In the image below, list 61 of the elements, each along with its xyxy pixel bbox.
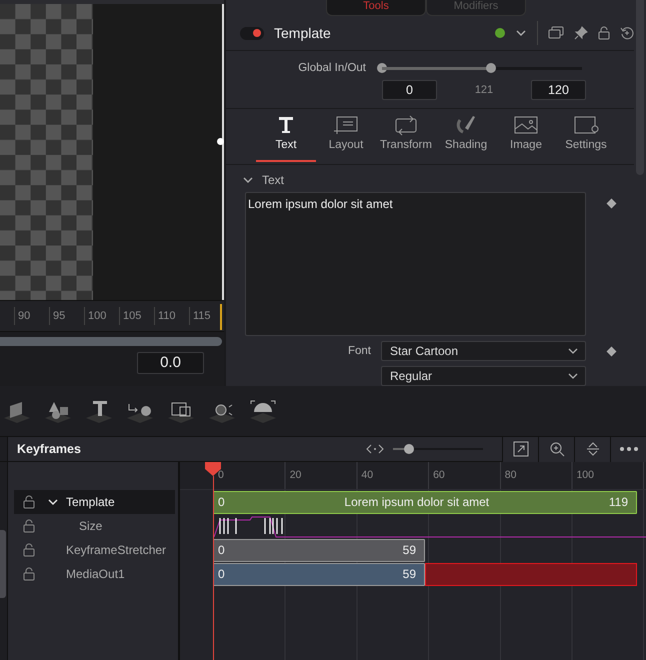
track-name: MediaOut1 bbox=[66, 567, 125, 581]
ruler-label: 90 bbox=[14, 307, 49, 325]
lock-icon[interactable] bbox=[598, 26, 610, 40]
toggle-switch[interactable] bbox=[240, 26, 264, 40]
field-label: Font bbox=[346, 345, 372, 357]
inspector-tab[interactable]: Shading bbox=[436, 109, 496, 162]
ruler-label: 40 bbox=[360, 468, 374, 483]
ruler-label: 105 bbox=[119, 307, 154, 325]
zoom-in-button[interactable] bbox=[538, 436, 574, 462]
expand-icon bbox=[512, 441, 528, 457]
pin-icon[interactable] bbox=[574, 26, 588, 40]
fit-width-icon[interactable] bbox=[365, 443, 385, 455]
render-icon[interactable] bbox=[248, 398, 278, 424]
windows-icon[interactable] bbox=[548, 26, 564, 40]
style-dropdown[interactable]: Regular bbox=[381, 366, 586, 386]
ruler-label: 80 bbox=[504, 468, 518, 483]
ruler-label: 0 bbox=[217, 468, 225, 483]
ruler-label: 95 bbox=[49, 307, 84, 325]
expand-button[interactable] bbox=[502, 436, 538, 462]
node-name: Template bbox=[274, 25, 332, 41]
field-label: Global In/Out bbox=[297, 62, 367, 74]
inspector-tab[interactable]: Image bbox=[496, 109, 556, 162]
lock-icon[interactable] bbox=[22, 543, 36, 557]
inspector-tab[interactable]: Layout bbox=[316, 109, 376, 162]
lock-icon[interactable] bbox=[22, 495, 36, 509]
status-dot[interactable] bbox=[495, 28, 505, 38]
ruler-label: 110 bbox=[154, 307, 189, 325]
panel-tab[interactable]: Tools bbox=[326, 0, 426, 16]
time-field[interactable]: 0.0 bbox=[137, 352, 204, 374]
more-icon bbox=[618, 446, 638, 452]
more-button[interactable] bbox=[610, 436, 646, 462]
inspector-tab[interactable]: Text bbox=[256, 109, 316, 162]
scrollbar[interactable] bbox=[0, 530, 6, 598]
font-dropdown[interactable]: Star Cartoon bbox=[381, 341, 586, 361]
clip-bar[interactable]: 0 59 bbox=[213, 562, 425, 586]
inspector-tab[interactable]: Settings bbox=[556, 109, 616, 162]
ruler-label: 60 bbox=[432, 468, 446, 483]
section-title: Text bbox=[262, 173, 284, 187]
ruler-label: 100 bbox=[575, 468, 595, 483]
playhead-marker[interactable] bbox=[220, 304, 222, 330]
collapse-icon bbox=[584, 441, 600, 457]
out-field[interactable]: 120 bbox=[530, 80, 586, 100]
track-name: Size bbox=[79, 519, 102, 533]
inspector-tab[interactable]: Transform bbox=[376, 109, 436, 162]
reset-icon[interactable] bbox=[620, 26, 634, 40]
track-name: Template bbox=[66, 495, 115, 509]
ruler-label: 100 bbox=[84, 307, 119, 325]
duration-label: 121 bbox=[474, 84, 494, 96]
ruler-label: 20 bbox=[288, 468, 302, 483]
clip-bar[interactable]: 0 59 bbox=[213, 538, 425, 562]
text-field[interactable]: Lorem ipsum dolor sit amet bbox=[245, 192, 586, 336]
track-name: KeyframeStretcher bbox=[66, 543, 166, 557]
lock-icon[interactable] bbox=[22, 567, 36, 581]
collapse-button[interactable] bbox=[574, 436, 610, 462]
zoom-in-icon bbox=[548, 441, 564, 457]
selected-row[interactable]: Template bbox=[14, 490, 175, 514]
panel-title: Keyframes bbox=[17, 442, 82, 456]
scrollbar[interactable] bbox=[0, 337, 222, 346]
in-field[interactable]: 0 bbox=[382, 80, 437, 100]
lock-icon[interactable] bbox=[22, 519, 36, 533]
clip-bar[interactable]: 0 Lorem ipsum dolor sit amet 119 bbox=[213, 490, 637, 514]
